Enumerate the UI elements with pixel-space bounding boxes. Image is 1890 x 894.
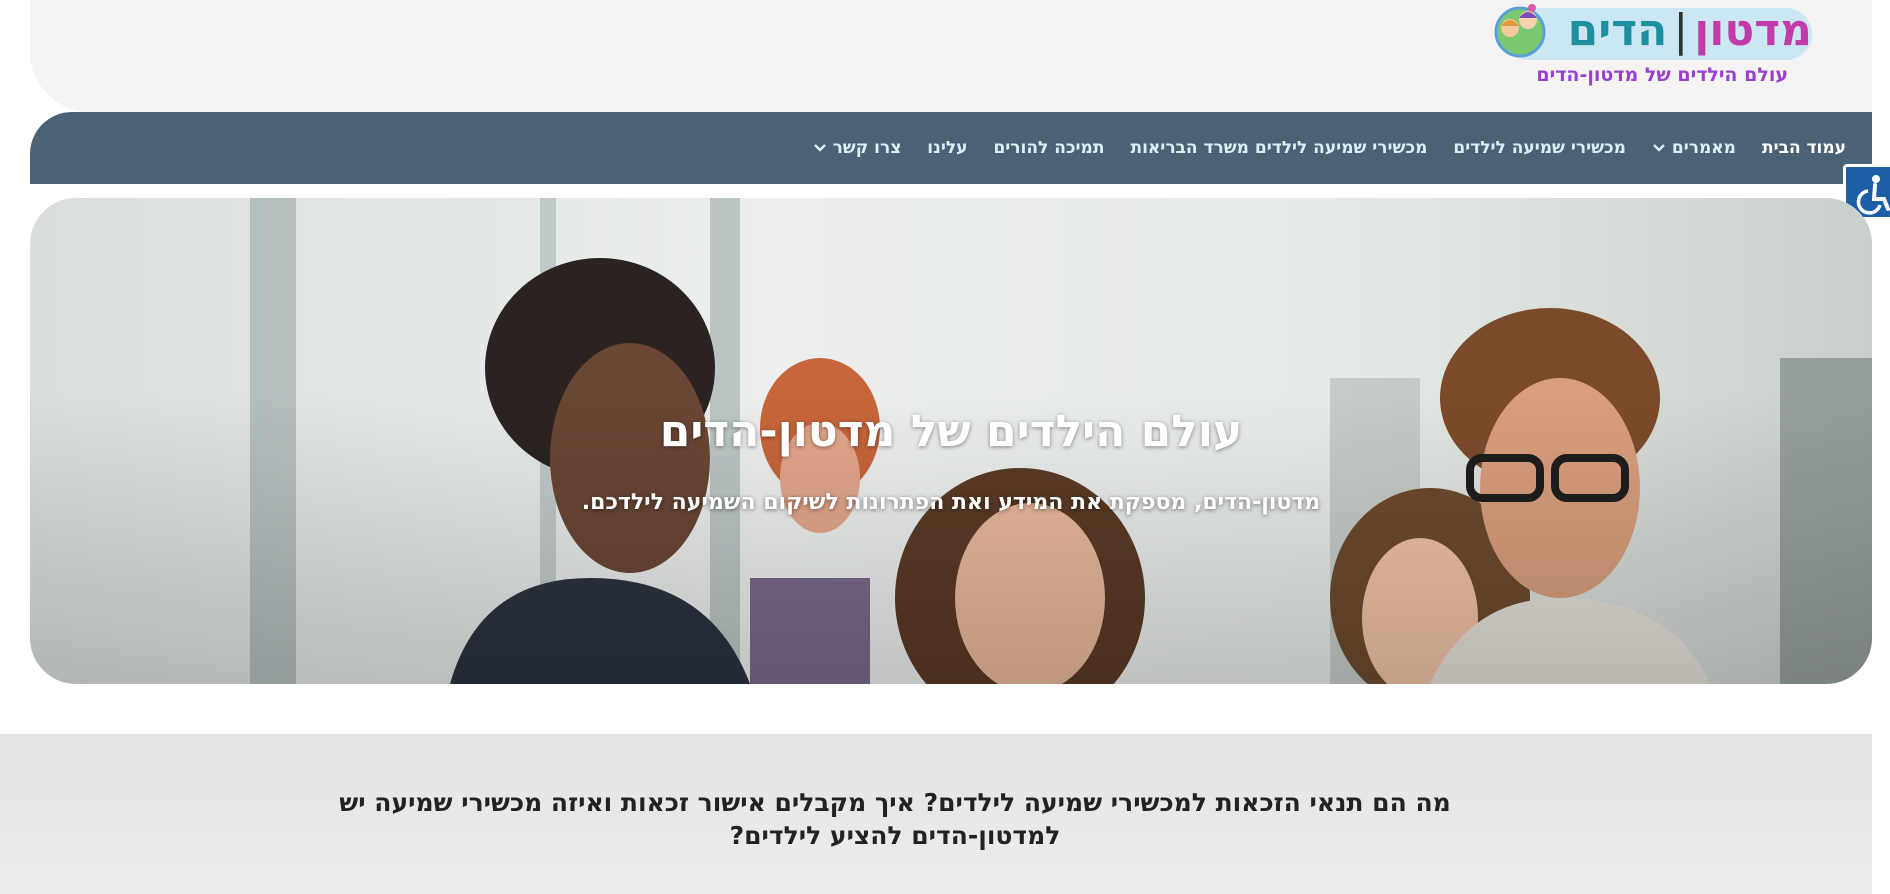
hero-banner: עולם הילדים של מדטון-הדים מדטון-הדים, מס… — [30, 198, 1872, 684]
nav-menu: עמוד הבית מאמרים מכשירי שמיעה לילדים מכש… — [813, 112, 1846, 184]
nav-item-home[interactable]: עמוד הבית — [1762, 138, 1846, 158]
logo-separator: | — [1673, 5, 1689, 56]
chevron-down-icon — [1653, 144, 1665, 152]
hero-subtitle: מדטון-הדים, מספקת את המידע ואת הפתרונות … — [581, 490, 1321, 515]
site-header: מדטון|הדים עולם הילדים של מדטון-הדים — [30, 0, 1872, 112]
nav-item-label: תמיכה להורים — [993, 138, 1105, 158]
eligibility-section: מה הם תנאי הזכאות למכשירי שמיעה לילדים? … — [0, 734, 1872, 894]
nav-item-health-ministry[interactable]: מכשירי שמיעה לילדים משרד הבריאות — [1130, 138, 1427, 158]
nav-item-label: עמוד הבית — [1761, 138, 1846, 158]
logo-tagline: עולם הילדים של מדטון-הדים — [1536, 64, 1788, 86]
nav-item-hearing-aids-kids[interactable]: מכשירי שמיעה לילדים — [1453, 138, 1626, 158]
nav-item-label: מכשירי שמיעה לילדים משרד הבריאות — [1130, 138, 1428, 158]
main-navigation: עמוד הבית מאמרים מכשירי שמיעה לילדים מכש… — [30, 112, 1872, 184]
nav-item-parent-support[interactable]: תמיכה להורים — [993, 138, 1104, 158]
nav-item-about[interactable]: עלינו — [927, 138, 967, 158]
nav-item-articles[interactable]: מאמרים — [1652, 138, 1736, 158]
nav-item-contact[interactable]: צרו קשר — [813, 138, 902, 158]
nav-item-label: מכשירי שמיעה לילדים — [1453, 138, 1626, 158]
nav-item-label: מאמרים — [1671, 138, 1736, 158]
logo-part1: מדטון — [1694, 5, 1812, 56]
logo-part2: הדים — [1567, 5, 1668, 56]
nav-item-label: עלינו — [927, 138, 968, 158]
hero-title: עולם הילדים של מדטון-הדים — [659, 406, 1243, 457]
logo-text: מדטון|הדים — [1568, 2, 1812, 60]
nav-item-label: צרו קשר — [832, 138, 902, 158]
section-heading: מה הם תנאי הזכאות למכשירי שמיעה לילדים? … — [339, 788, 1451, 850]
chevron-down-icon — [813, 144, 826, 152]
kids-cartoon-icon — [1494, 4, 1546, 58]
